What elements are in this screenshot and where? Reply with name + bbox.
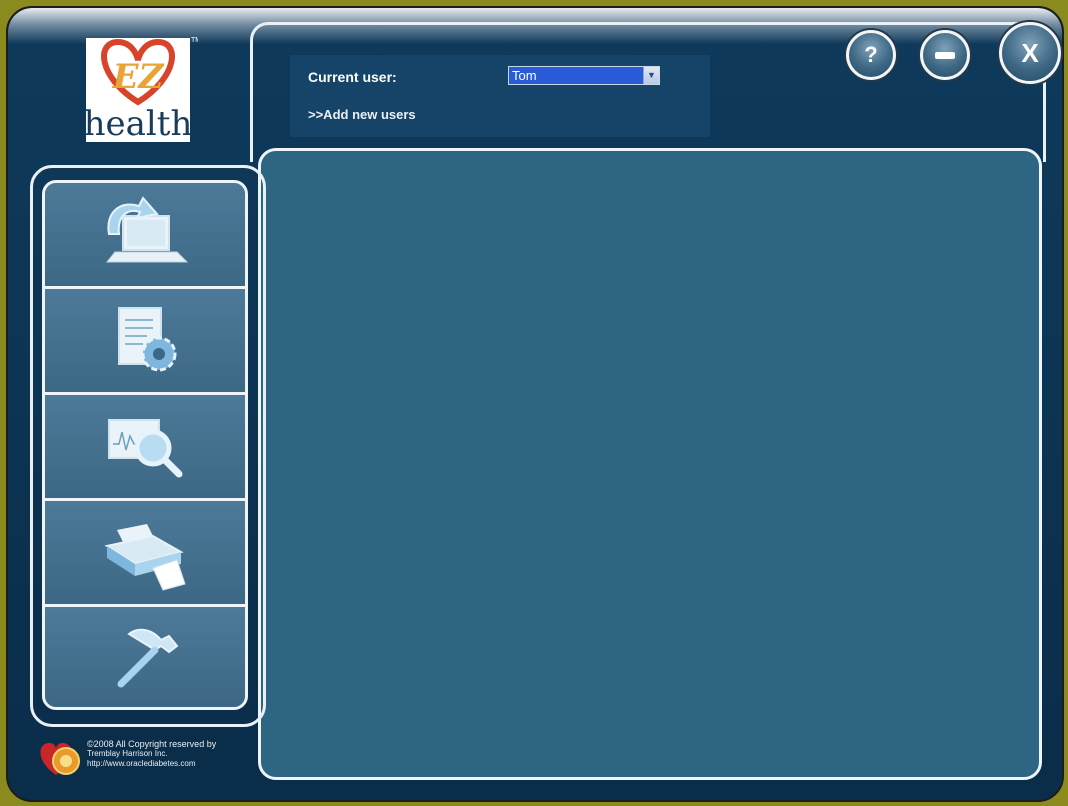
main-content-area: [258, 148, 1042, 780]
sidebar-item-print[interactable]: [45, 501, 245, 607]
sidebar-nav: [42, 180, 248, 710]
current-user-label: Current user:: [308, 69, 397, 85]
footer: ©2008 All Copyright reserved by Tremblay…: [36, 735, 236, 779]
current-user-select[interactable]: Tom ▼: [508, 66, 660, 85]
help-button[interactable]: ?: [846, 30, 896, 80]
hammer-icon: [117, 628, 179, 688]
copyright-line: ©2008 All Copyright reserved by: [87, 739, 217, 749]
chevron-down-icon[interactable]: ▼: [643, 67, 659, 84]
question-icon: ?: [864, 42, 878, 67]
close-button[interactable]: X: [999, 22, 1061, 84]
sidebar-item-transfer[interactable]: [45, 183, 245, 289]
add-new-users-link[interactable]: >>Add new users: [308, 107, 416, 122]
ez-health-logo: EZ health TM: [78, 32, 202, 150]
website-line: http://www.oraclediabetes.com: [87, 759, 196, 768]
sidebar-item-settings[interactable]: [45, 289, 245, 395]
close-icon: X: [1021, 37, 1039, 68]
logo-health-text: health: [84, 104, 193, 144]
logo-ez-text: EZ: [112, 57, 165, 97]
transfer-laptop-icon: [105, 195, 189, 262]
printer-icon: [104, 523, 186, 591]
company-logo-icon: [40, 742, 80, 775]
document-settings-icon: [118, 306, 177, 371]
minimize-button[interactable]: [920, 30, 970, 80]
logo-tm-text: TM: [191, 37, 198, 44]
company-line: Tremblay Harrison Inc.: [87, 749, 168, 758]
current-user-value: Tom: [512, 68, 537, 83]
copyright-text: ©2008 All Copyright reserved by Tremblay…: [87, 739, 216, 769]
sidebar-item-view[interactable]: [45, 395, 245, 501]
sidebar-item-tools[interactable]: [45, 607, 245, 707]
current-user-panel: Current user: Tom ▼ >>Add new users: [290, 55, 710, 137]
chart-search-icon: [108, 418, 183, 477]
minimize-icon: [935, 51, 955, 59]
